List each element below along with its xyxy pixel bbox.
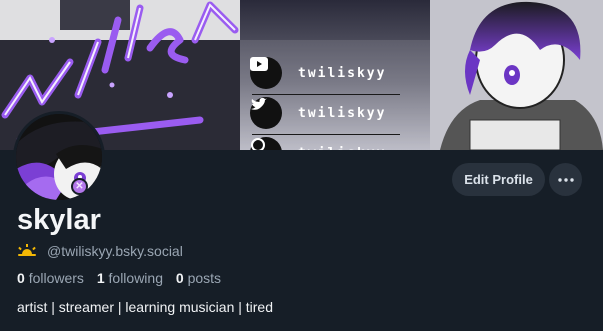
banner-social-handle: twiliskyy (298, 105, 387, 121)
edit-profile-button[interactable]: Edit Profile (452, 163, 545, 196)
followers-count: 0 (17, 270, 25, 286)
twitter-icon (250, 97, 282, 129)
posts-label: posts (187, 270, 222, 286)
banner-character (430, 0, 603, 150)
following-label: following (108, 270, 163, 286)
avatar-image (16, 114, 102, 200)
ellipsis-icon (557, 177, 574, 182)
close-icon: ✕ (75, 181, 84, 192)
more-options-button[interactable] (549, 163, 582, 196)
profile-stats: 0 followers 1 following 0 posts (17, 270, 230, 286)
banner-social-youtube: twiliskyy (250, 57, 386, 89)
followers-label: followers (28, 270, 84, 286)
followers-stat[interactable]: 0 followers (17, 270, 88, 286)
avatar[interactable] (13, 111, 105, 203)
banner-social-twitch: twiliskyy (250, 137, 386, 150)
following-count: 1 (96, 270, 105, 286)
banner-divider (252, 94, 400, 95)
banner-social-handle: twiliskyy (298, 65, 387, 81)
banner-social-twitter: twiliskyy (250, 97, 386, 129)
following-stat[interactable]: 1 following (97, 270, 167, 286)
sunrise-icon (17, 243, 37, 259)
profile-handle[interactable]: @twiliskyy.bsky.social (47, 243, 183, 259)
profile-handle-row: @twiliskyy.bsky.social (17, 243, 183, 259)
profile-display-name: skylar (17, 204, 101, 236)
banner-social-handle: twiliskyy (298, 146, 386, 151)
avatar-status-badge: ✕ (71, 178, 88, 195)
posts-stat: 0 posts (176, 270, 221, 286)
profile-bio: artist | streamer | learning musician | … (17, 299, 273, 315)
banner-divider (252, 134, 400, 135)
twitch-icon (250, 137, 282, 150)
posts-count: 0 (175, 270, 184, 286)
youtube-icon (250, 57, 282, 89)
